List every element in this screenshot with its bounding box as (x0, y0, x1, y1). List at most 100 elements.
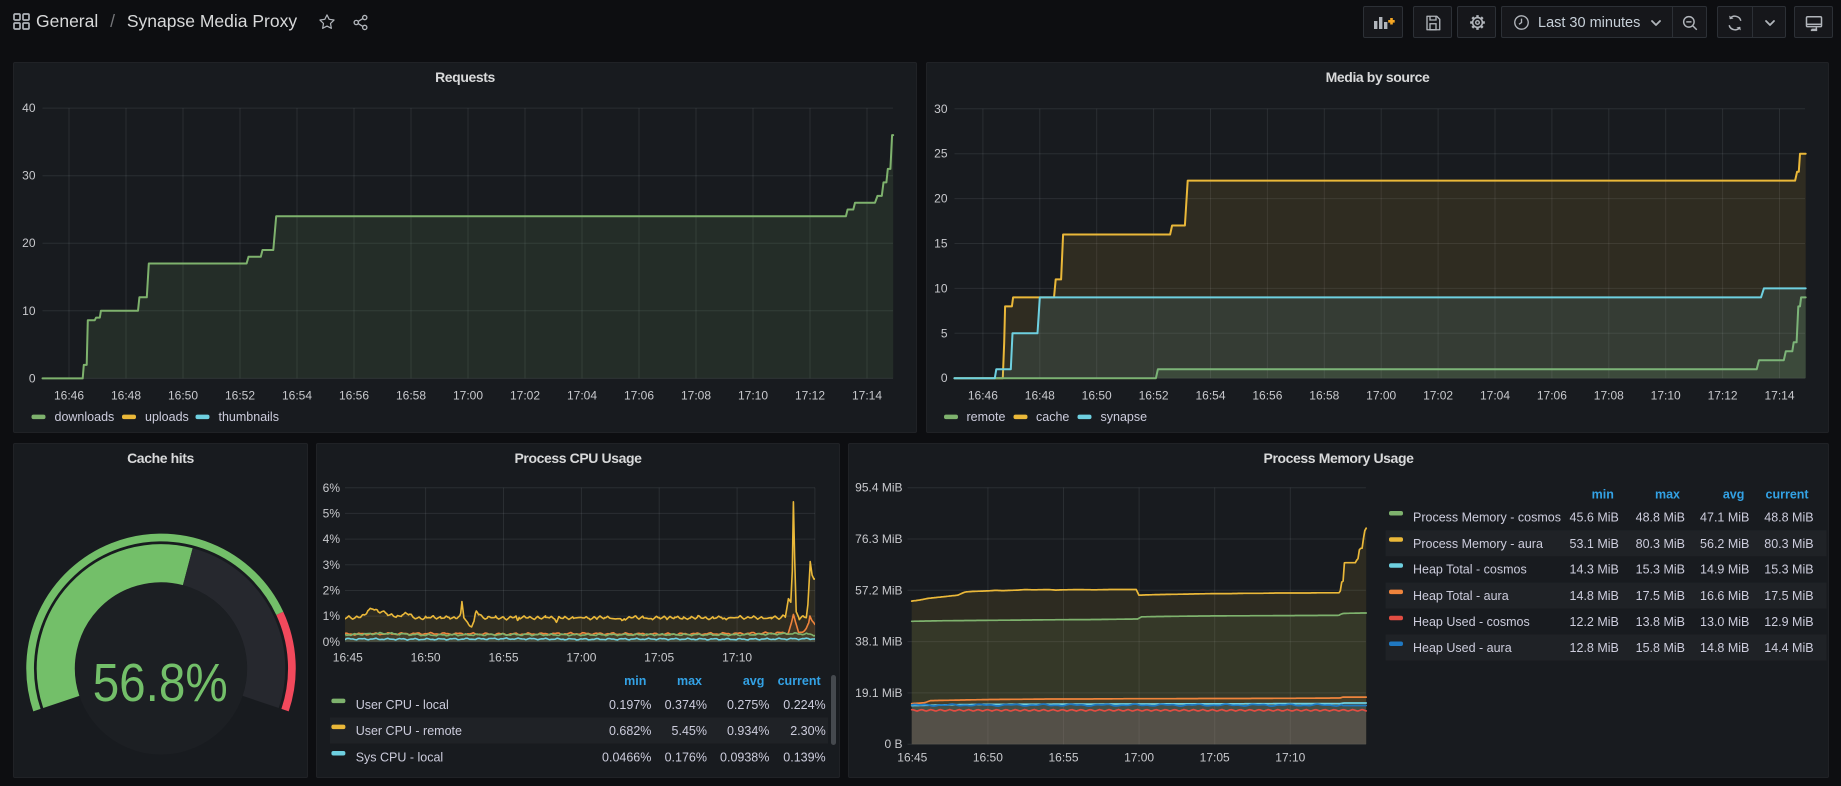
svg-text:17:08: 17:08 (681, 389, 711, 403)
svg-text:17:00: 17:00 (1366, 389, 1396, 403)
svg-text:20: 20 (22, 236, 36, 250)
svg-text:80.3 MiB: 80.3 MiB (1636, 537, 1685, 551)
svg-text:downloads: downloads (55, 410, 115, 424)
svg-text:17:14: 17:14 (852, 389, 882, 403)
svg-text:17:06: 17:06 (624, 389, 654, 403)
svg-text:15.3 MiB: 15.3 MiB (1636, 563, 1685, 577)
svg-text:16:45: 16:45 (897, 751, 927, 765)
svg-text:16:50: 16:50 (973, 751, 1003, 765)
svg-text:min: min (624, 674, 646, 688)
svg-text:16:48: 16:48 (111, 389, 141, 403)
svg-text:20: 20 (934, 192, 948, 206)
svg-text:17:05: 17:05 (1200, 751, 1230, 765)
svg-text:Heap Used - cosmos: Heap Used - cosmos (1413, 615, 1530, 629)
svg-text:12.9 MiB: 12.9 MiB (1764, 615, 1813, 629)
svg-text:17:10: 17:10 (738, 389, 768, 403)
svg-text:17:12: 17:12 (795, 389, 825, 403)
svg-text:0.139%: 0.139% (783, 751, 825, 765)
svg-text:User CPU - remote: User CPU - remote (356, 724, 462, 738)
svg-text:15.8 MiB: 15.8 MiB (1636, 641, 1685, 655)
svg-text:0.224%: 0.224% (783, 698, 825, 712)
svg-text:14.8 MiB: 14.8 MiB (1570, 589, 1619, 603)
svg-text:Heap Total - cosmos: Heap Total - cosmos (1413, 563, 1527, 577)
svg-text:uploads: uploads (145, 410, 189, 424)
svg-text:17:04: 17:04 (1480, 389, 1510, 403)
svg-text:16:54: 16:54 (1195, 389, 1225, 403)
svg-text:17.5 MiB: 17.5 MiB (1764, 589, 1813, 603)
svg-text:40: 40 (22, 101, 36, 115)
svg-text:38.1 MiB: 38.1 MiB (855, 635, 902, 649)
svg-text:3%: 3% (323, 558, 341, 572)
svg-text:0.176%: 0.176% (665, 751, 707, 765)
svg-text:avg: avg (1723, 488, 1745, 502)
svg-text:17.5 MiB: 17.5 MiB (1636, 589, 1685, 603)
svg-text:15.3 MiB: 15.3 MiB (1764, 563, 1813, 577)
svg-text:17:10: 17:10 (722, 650, 752, 664)
svg-text:0 B: 0 B (884, 737, 902, 751)
svg-text:53.1 MiB: 53.1 MiB (1570, 537, 1619, 551)
svg-text:12.8 MiB: 12.8 MiB (1570, 641, 1619, 655)
svg-text:Process Memory - aura: Process Memory - aura (1413, 537, 1543, 551)
svg-text:16:46: 16:46 (968, 389, 998, 403)
svg-text:57.2 MiB: 57.2 MiB (855, 583, 902, 597)
svg-text:max: max (1655, 488, 1680, 502)
svg-text:45.6 MiB: 45.6 MiB (1570, 511, 1619, 525)
svg-text:0.934%: 0.934% (727, 724, 769, 738)
svg-text:48.8 MiB: 48.8 MiB (1764, 511, 1813, 525)
svg-text:17:10: 17:10 (1275, 751, 1305, 765)
svg-text:17:00: 17:00 (566, 650, 596, 664)
svg-text:max: max (677, 674, 702, 688)
svg-text:17:10: 17:10 (1651, 389, 1681, 403)
svg-text:0.275%: 0.275% (727, 698, 769, 712)
svg-text:16:50: 16:50 (1082, 389, 1112, 403)
svg-text:1%: 1% (323, 609, 341, 623)
svg-text:thumbnails: thumbnails (219, 410, 279, 424)
svg-text:avg: avg (743, 674, 765, 688)
svg-text:48.8 MiB: 48.8 MiB (1636, 511, 1685, 525)
svg-text:16:45: 16:45 (333, 650, 363, 664)
svg-text:0: 0 (941, 371, 948, 385)
svg-text:17:06: 17:06 (1537, 389, 1567, 403)
svg-text:30: 30 (22, 169, 36, 183)
svg-text:5: 5 (941, 326, 948, 340)
svg-text:remote: remote (967, 410, 1006, 424)
svg-text:4%: 4% (323, 532, 341, 546)
svg-text:current: current (1766, 488, 1810, 502)
svg-text:95.4 MiB: 95.4 MiB (855, 481, 902, 495)
svg-text:16:58: 16:58 (1309, 389, 1339, 403)
svg-text:16:50: 16:50 (168, 389, 198, 403)
svg-text:Process Memory - cosmos: Process Memory - cosmos (1413, 511, 1561, 525)
svg-text:12.2 MiB: 12.2 MiB (1570, 615, 1619, 629)
svg-text:16:56: 16:56 (1252, 389, 1282, 403)
svg-text:Sys CPU - local: Sys CPU - local (356, 751, 444, 765)
svg-text:0.374%: 0.374% (665, 698, 707, 712)
svg-text:synapse: synapse (1101, 410, 1148, 424)
svg-text:17:04: 17:04 (567, 389, 597, 403)
svg-text:56.2 MiB: 56.2 MiB (1700, 537, 1749, 551)
svg-text:56.8%: 56.8% (93, 654, 228, 713)
svg-text:17:02: 17:02 (510, 389, 540, 403)
svg-text:14.4 MiB: 14.4 MiB (1764, 641, 1813, 655)
svg-text:30: 30 (934, 102, 948, 116)
svg-text:16:58: 16:58 (396, 389, 426, 403)
svg-text:16:52: 16:52 (1139, 389, 1169, 403)
svg-text:current: current (778, 674, 822, 688)
svg-text:15: 15 (934, 237, 948, 251)
svg-text:25: 25 (934, 147, 948, 161)
svg-text:16:55: 16:55 (488, 650, 518, 664)
svg-text:17:00: 17:00 (453, 389, 483, 403)
svg-text:17:05: 17:05 (644, 650, 674, 664)
svg-text:19.1 MiB: 19.1 MiB (855, 686, 902, 700)
svg-text:10: 10 (22, 304, 36, 318)
svg-text:0: 0 (29, 371, 36, 385)
svg-text:76.3 MiB: 76.3 MiB (855, 532, 902, 546)
svg-text:0%: 0% (323, 635, 341, 649)
svg-text:17:14: 17:14 (1764, 389, 1794, 403)
svg-text:16:50: 16:50 (411, 650, 441, 664)
svg-text:cache: cache (1036, 410, 1069, 424)
svg-text:47.1 MiB: 47.1 MiB (1700, 511, 1749, 525)
svg-text:min: min (1592, 488, 1614, 502)
svg-text:17:02: 17:02 (1423, 389, 1453, 403)
svg-text:Heap Used - aura: Heap Used - aura (1413, 641, 1512, 655)
svg-text:17:08: 17:08 (1594, 389, 1624, 403)
